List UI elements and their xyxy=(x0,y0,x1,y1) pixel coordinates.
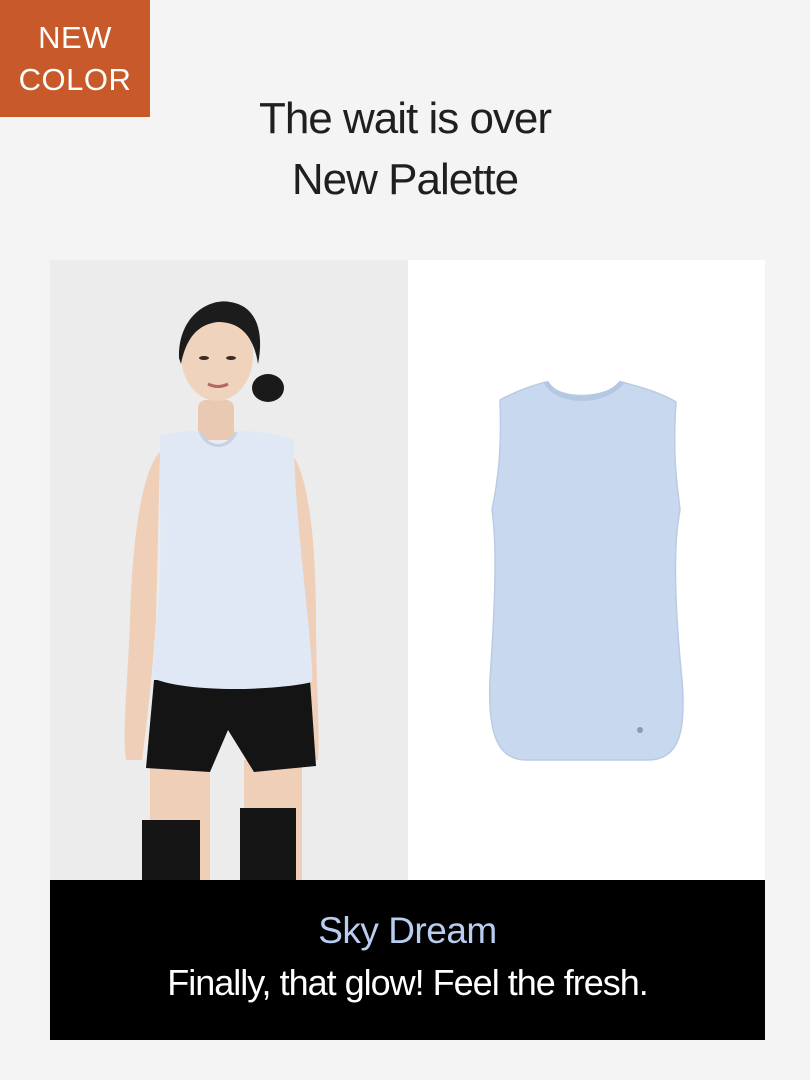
model-photo xyxy=(50,260,408,880)
tagline: Finally, that glow! Feel the fresh. xyxy=(167,962,649,1003)
caption-bar: Sky Dream Finally, that glow! Feel the f… xyxy=(50,880,765,1040)
tank-top-illustration xyxy=(488,380,684,761)
badge-line-1: NEW xyxy=(38,19,112,55)
headline-line-2: New Palette xyxy=(291,155,519,204)
headline-line-1: The wait is over xyxy=(258,94,552,143)
model-illustration xyxy=(124,301,319,880)
color-name: Sky Dream xyxy=(318,910,497,951)
tank-top-photo xyxy=(408,260,765,880)
headline: The wait is over New Palette xyxy=(0,88,810,210)
